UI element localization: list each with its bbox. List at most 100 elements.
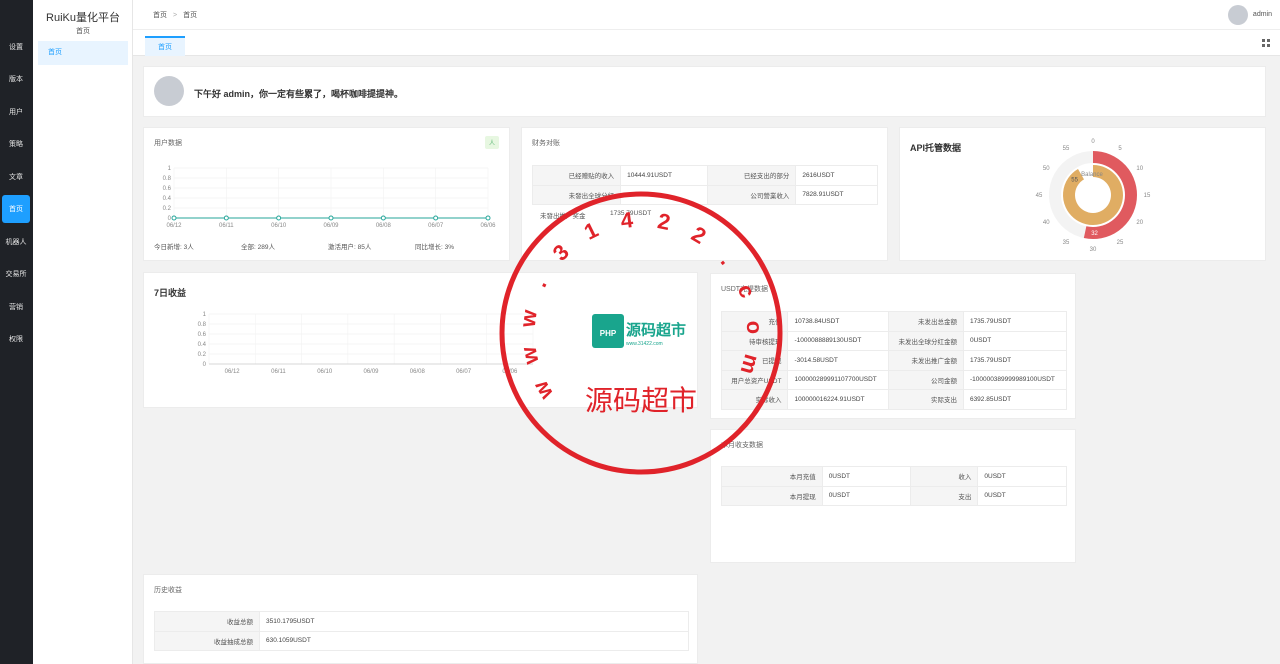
y-tick-label: 1 <box>203 312 207 318</box>
greeting-avatar <box>154 76 184 106</box>
table-row: 未發出全球分红 公司營業收入 7828.91USDT <box>531 184 878 205</box>
usdt-key: 实际收入 <box>720 389 789 410</box>
top-bar: 首页 > 首页 admin <box>133 0 1280 30</box>
history-key: 收益抽成总额 <box>154 630 260 651</box>
finance-card: 财务对账 已经赠贴的收入 10444.91USDT 已经支出的部分 2616US… <box>521 127 888 261</box>
api-title: API托管数据 <box>910 143 962 153</box>
rail-item[interactable]: 策略 <box>2 130 30 158</box>
y-tick-label: 0.4 <box>163 196 172 202</box>
monthly-title: 本月收支数据 <box>721 442 763 449</box>
data-point <box>433 215 439 221</box>
finance-key: 未發出全球分红 <box>531 184 622 205</box>
table-row: 收益抽成总额 630.1059USDT <box>154 630 689 651</box>
y-tick-label: 0.6 <box>163 186 172 192</box>
usdt-key: 充值 <box>720 311 789 332</box>
monthly-value: 0USDT <box>821 466 912 487</box>
gauge-tick-label: 55 <box>1063 146 1070 152</box>
y-tick-label: 0.6 <box>198 332 207 338</box>
rail-item[interactable]: 用户 <box>2 98 30 126</box>
usdt-value: 1735.79USDT <box>962 311 1068 332</box>
x-tick-label: 06/11 <box>219 223 234 229</box>
rail-item[interactable]: 权限 <box>2 325 30 353</box>
rail-item[interactable]: 交易所 <box>2 260 30 288</box>
usdt-key: 公司金额 <box>887 369 964 390</box>
y-tick-label: 1 <box>168 166 172 172</box>
gauge-outer-value: 32 <box>1091 231 1098 237</box>
table-row: 本月提现 0USDT 支出 0USDT <box>721 485 1067 506</box>
x-tick-label: 06/08 <box>410 369 426 375</box>
finance-extra-value: 1735.79USDT <box>610 210 652 217</box>
usdt-key: 已提现 <box>720 350 789 371</box>
table-row: 待审核提现 -1000088889130USDT 未发出全球分红金额 0USDT <box>720 330 1068 351</box>
stat-total: 全部: 289人 <box>241 244 275 251</box>
finance-value: 7828.91USDT <box>795 184 878 205</box>
rail-item[interactable]: 版本 <box>2 65 30 93</box>
usdt-key: 待审核提现 <box>720 330 789 351</box>
usdt-value: 10738.84USDT <box>787 311 889 332</box>
monthly-key: 本月提现 <box>721 485 823 506</box>
rail-item[interactable]: 文章 <box>2 163 30 191</box>
y-tick-label: 0 <box>203 362 207 368</box>
usdt-value: -3014.58USDT <box>787 350 889 371</box>
monthly-value: 0USDT <box>977 466 1067 487</box>
sub-nav: RuiKu量化平台 首页 首页 <box>33 0 133 664</box>
x-tick-label: 06/07 <box>456 369 472 375</box>
history-value: 3510.1795USDT <box>259 611 689 632</box>
data-point <box>328 215 334 221</box>
monthly-key: 支出 <box>910 485 979 506</box>
api-gauge-chart: 0510152025303540455055Balance5532 <box>1036 139 1151 253</box>
x-tick-label: 06/10 <box>317 369 333 375</box>
finance-value: 10444.91USDT <box>620 165 709 186</box>
breadcrumb-home[interactable]: 首页 <box>153 12 167 19</box>
usdt-value: 100000016224.91USDT <box>787 389 889 410</box>
usdt-value: 100000289991107700USDT <box>787 369 889 390</box>
usdt-key: 未发出总金额 <box>887 311 964 332</box>
history-key: 收益总额 <box>154 611 260 632</box>
table-row: 收益总额 3510.1795USDT <box>154 611 689 632</box>
gauge-inner-value: 55 <box>1071 178 1078 184</box>
gauge-tick-label: 0 <box>1091 139 1095 145</box>
rail-item[interactable]: 首页 <box>2 195 30 223</box>
usdt-value: 1735.79USDT <box>962 350 1068 371</box>
gauge-tick-label: 35 <box>1063 240 1070 246</box>
usdt-card: USDT充提数据 充值 10738.84USDT 未发出总金额 1735.79U… <box>710 273 1076 419</box>
data-point <box>223 215 229 221</box>
user-avatar[interactable] <box>1228 5 1248 25</box>
usdt-key: 用户总资产USDT <box>720 369 789 390</box>
data-point <box>485 215 491 221</box>
table-row: 已提现 -3014.58USDT 未发出推广金额 1735.79USDT <box>720 350 1068 371</box>
finance-key: 公司營業收入 <box>707 184 797 205</box>
data-point <box>276 215 282 221</box>
usdt-value: -100000389999989100USDT <box>962 369 1068 390</box>
rail-item[interactable]: 营销 <box>2 293 30 321</box>
x-tick-label: 06/06 <box>502 369 518 375</box>
finance-value: 2616USDT <box>795 165 878 186</box>
usdt-value: 0USDT <box>962 330 1068 351</box>
grid-menu-icon[interactable] <box>1262 39 1270 47</box>
rail-item[interactable]: 机器人 <box>2 228 30 256</box>
finance-key: 已经支出的部分 <box>707 165 797 186</box>
x-tick-label: 06/09 <box>363 369 379 375</box>
stat-today-new: 今日新增: 3人 <box>154 244 194 251</box>
finance-table: 已经赠贴的收入 10444.91USDT 已经支出的部分 2616USDT 未發… <box>531 165 878 205</box>
user-data-card: 用户数据 人 0 0.2 0.4 0.6 0.8 1 06/12 06/11 06/10 06/0… <box>143 127 510 261</box>
gauge-tick-label: 10 <box>1136 166 1143 172</box>
rail-item[interactable]: 设置 <box>2 33 30 61</box>
usdt-value: 6392.85USDT <box>962 389 1068 410</box>
y-tick-label: 0 <box>168 216 172 222</box>
finance-title: 财务对账 <box>532 140 560 147</box>
x-tick-label: 06/06 <box>480 223 496 229</box>
table-row: 用户总资产USDT 100000289991107700USDT 公司金额 -1… <box>720 369 1068 390</box>
tab-home[interactable]: 首页 <box>145 36 185 56</box>
gauge-tick-label: 40 <box>1043 220 1050 226</box>
username[interactable]: admin <box>1253 11 1272 18</box>
monthly-key: 收入 <box>910 466 979 487</box>
x-tick-label: 06/11 <box>271 369 286 375</box>
subnav-item-home[interactable]: 首页 <box>38 41 128 65</box>
left-rail: 设置版本用户策略文章首页机器人交易所营销权限 <box>0 0 33 664</box>
monthly-card: 本月收支数据 本月充值 0USDT 收入 0USDT 本月提现 0USDT 支出… <box>710 429 1076 563</box>
gauge-tick-label: 5 <box>1118 146 1122 152</box>
gauge-series-label: Balance <box>1081 172 1103 178</box>
x-tick-label: 06/09 <box>323 223 339 229</box>
x-tick-label: 06/12 <box>166 223 182 229</box>
